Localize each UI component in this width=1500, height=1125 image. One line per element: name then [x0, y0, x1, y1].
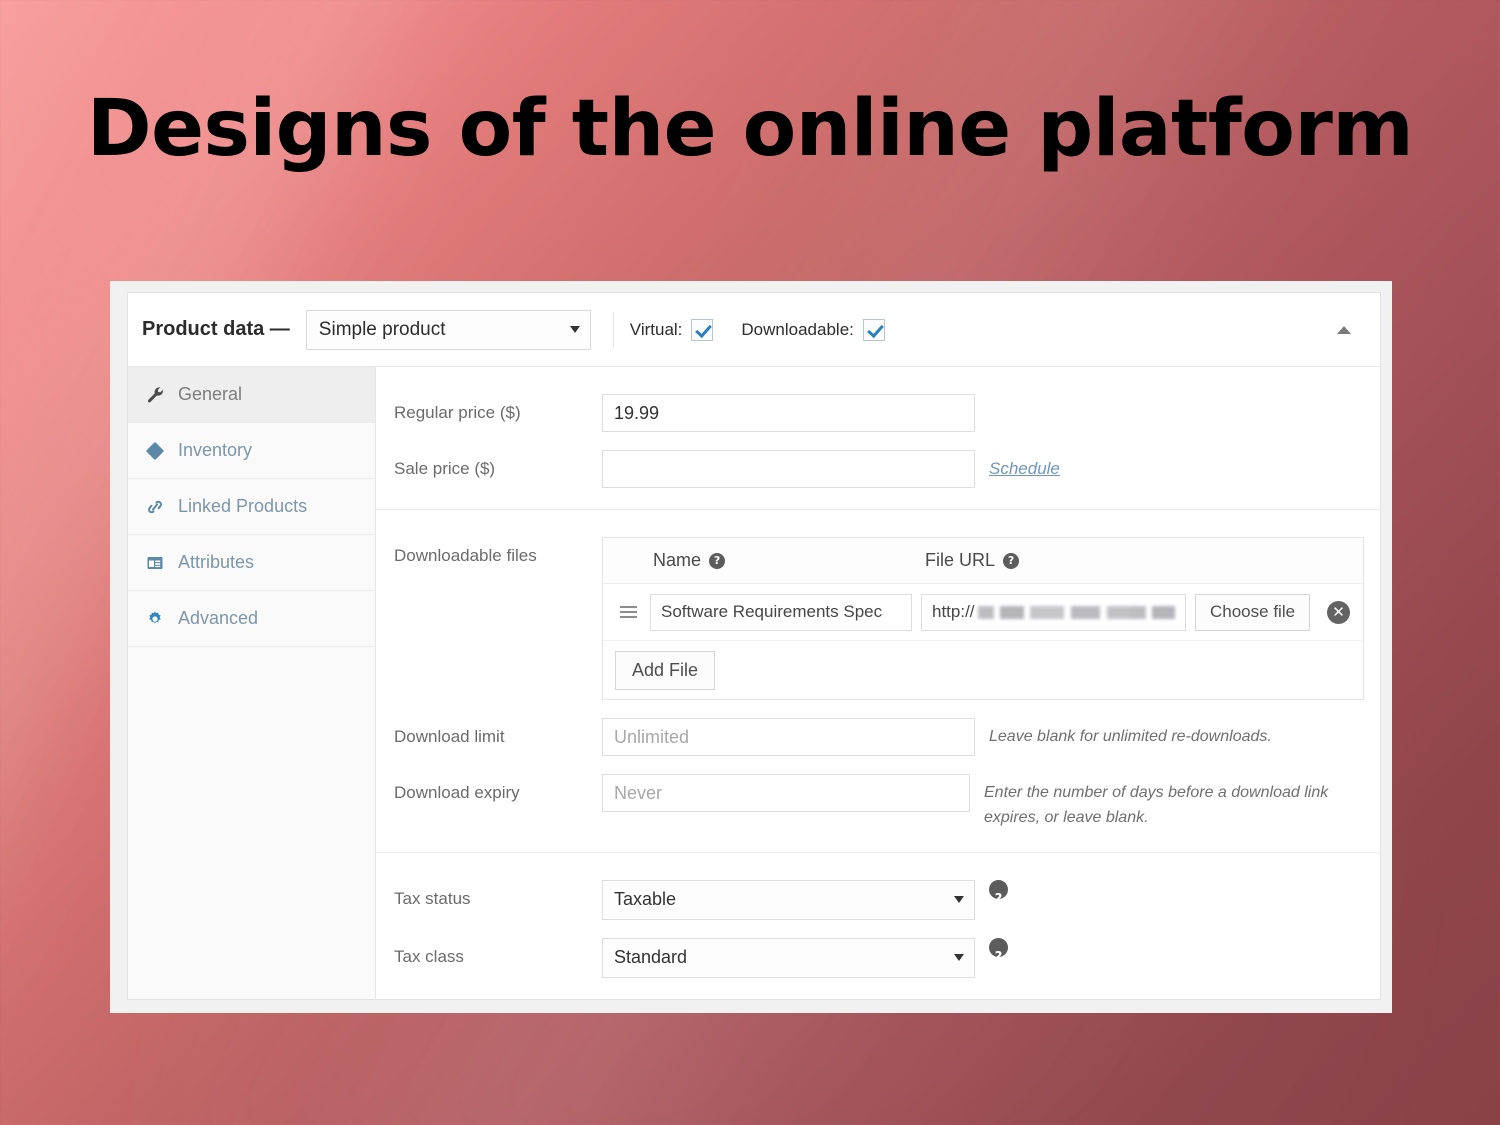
- tax-status-row: Tax status Taxable ?: [376, 871, 1380, 929]
- sidebar-item-advanced[interactable]: Advanced: [128, 591, 375, 647]
- sidebar-item-label: General: [178, 384, 243, 404]
- screenshot-frame: Product data — Simple product Virtual: D…: [110, 281, 1392, 1013]
- file-url-prefix: http://: [932, 602, 975, 621]
- panel-title: Product data —: [142, 318, 290, 340]
- product-type-select[interactable]: Simple product: [305, 309, 591, 350]
- download-expiry-row: Download expiry Never Enter the number o…: [376, 765, 1380, 840]
- tax-status-select[interactable]: Taxable: [602, 879, 975, 920]
- column-header-name-label: Name: [653, 550, 702, 570]
- sidebar-item-label: Linked Products: [178, 496, 308, 516]
- product-type-value: Simple product: [318, 318, 446, 340]
- general-tab-content: Regular price ($) 19.99 Sale price ($) S…: [376, 367, 1380, 999]
- file-name-input[interactable]: Software Requirements Spec: [650, 593, 912, 631]
- panel-header: Product data — Simple product Virtual: D…: [128, 293, 1380, 367]
- help-icon[interactable]: ?: [1003, 552, 1020, 569]
- regular-price-input[interactable]: 19.99: [602, 394, 975, 432]
- downloadable-files-table: Name ? File URL ? Software Requirements …: [602, 537, 1364, 700]
- sidebar-item-attributes[interactable]: Attributes: [128, 535, 375, 591]
- choose-file-button[interactable]: Choose file: [1195, 593, 1311, 631]
- wrench-icon: [145, 385, 165, 405]
- table-icon: [145, 553, 165, 573]
- download-expiry-input[interactable]: Never: [602, 774, 970, 812]
- page-title: Designs of the online platform: [86, 84, 1414, 174]
- file-url-input[interactable]: http://: [921, 593, 1186, 631]
- download-limit-input[interactable]: Unlimited: [602, 718, 975, 756]
- regular-price-label: Regular price ($): [394, 403, 521, 422]
- virtual-checkbox-group[interactable]: Virtual:: [629, 318, 714, 341]
- downloadable-checkbox-group[interactable]: Downloadable:: [741, 318, 885, 341]
- sidebar-item-label: Attributes: [178, 552, 255, 572]
- download-limit-help: Leave blank for unlimited re-downloads.: [989, 728, 1272, 745]
- product-data-panel: Product data — Simple product Virtual: D…: [127, 292, 1381, 1000]
- download-limit-label: Download limit: [394, 727, 505, 746]
- chevron-down-icon: [569, 326, 580, 333]
- virtual-checkbox[interactable]: [691, 318, 714, 341]
- downloadable-files-row: Downloadable files Name ? File URL ? Sof…: [376, 528, 1380, 709]
- tax-class-select[interactable]: Standard: [602, 937, 975, 978]
- sidebar-item-label: Advanced: [178, 608, 259, 628]
- download-expiry-help: Enter the number of days before a downlo…: [984, 784, 1329, 826]
- schedule-sale-link[interactable]: Schedule: [989, 450, 1060, 479]
- downloadable-files-header: Name ? File URL ?: [603, 538, 1363, 584]
- sidebar-item-general[interactable]: General: [128, 367, 375, 423]
- downloads-group: Downloadable files Name ? File URL ? Sof…: [376, 510, 1380, 853]
- sale-price-input[interactable]: [602, 450, 975, 488]
- gear-icon: [145, 609, 165, 629]
- column-header-file-url-label: File URL: [925, 550, 996, 570]
- downloadable-checkbox[interactable]: [862, 318, 885, 341]
- tax-group: Tax status Taxable ? Tax class Standard …: [376, 853, 1380, 999]
- sale-price-row: Sale price ($) Schedule: [376, 441, 1380, 497]
- downloadable-files-label: Downloadable files: [394, 546, 537, 565]
- download-limit-row: Download limit Unlimited Leave blank for…: [376, 709, 1380, 765]
- chevron-down-icon: [954, 896, 964, 904]
- tax-status-label: Tax status: [394, 888, 471, 908]
- column-header-name: Name ?: [653, 550, 925, 571]
- help-icon[interactable]: ?: [989, 879, 1008, 907]
- sidebar-item-inventory[interactable]: Inventory: [128, 423, 375, 479]
- downloadable-label: Downloadable:: [741, 319, 854, 339]
- drag-handle-icon[interactable]: [615, 606, 641, 618]
- column-header-file-url: File URL ?: [925, 550, 1020, 571]
- table-row: Software Requirements Spec http:// Choos…: [603, 584, 1363, 641]
- header-divider: [612, 311, 614, 348]
- chevron-down-icon: [954, 954, 964, 962]
- sidebar-item-label: Inventory: [178, 440, 253, 460]
- sidebar-item-linked-products[interactable]: Linked Products: [128, 479, 375, 535]
- pricing-group: Regular price ($) 19.99 Sale price ($) S…: [376, 367, 1380, 510]
- product-data-tabs: General Inventory Linked Products Attrib…: [128, 367, 376, 999]
- file-url-redacted: [977, 605, 1175, 619]
- tax-status-value: Taxable: [614, 889, 677, 910]
- sale-price-label: Sale price ($): [394, 459, 496, 478]
- link-icon: [145, 497, 165, 517]
- help-icon[interactable]: ?: [709, 552, 726, 569]
- downloadable-files-footer: Add File: [603, 641, 1363, 699]
- download-expiry-label: Download expiry: [394, 783, 520, 802]
- virtual-label: Virtual:: [629, 319, 683, 339]
- regular-price-row: Regular price ($) 19.99: [376, 385, 1380, 441]
- diamond-icon: [145, 441, 165, 461]
- remove-circle-icon[interactable]: ✕: [1327, 600, 1351, 624]
- help-icon[interactable]: ?: [989, 937, 1008, 965]
- panel-collapse-toggle[interactable]: [1334, 320, 1354, 340]
- tax-class-row: Tax class Standard ?: [376, 929, 1380, 987]
- chevron-up-icon: [1337, 325, 1351, 334]
- add-file-button[interactable]: Add File: [615, 650, 716, 690]
- tax-class-value: Standard: [614, 947, 688, 968]
- tax-class-label: Tax class: [394, 946, 464, 966]
- panel-body: General Inventory Linked Products Attrib…: [128, 367, 1380, 999]
